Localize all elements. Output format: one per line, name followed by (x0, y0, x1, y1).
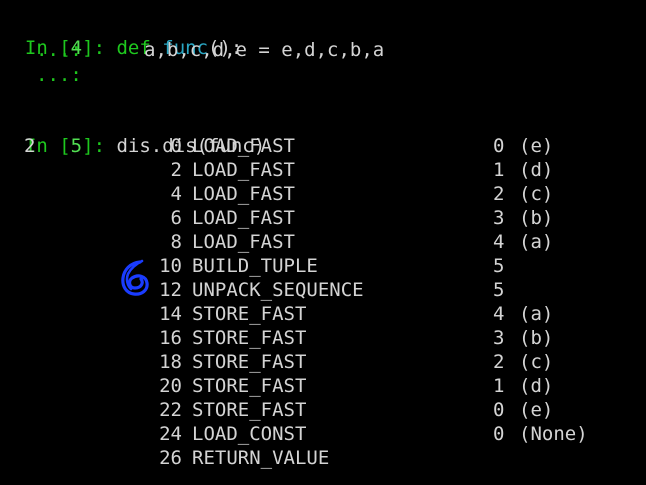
hand-drawn-circle-icon (121, 259, 149, 296)
opcode-argument: 2 (493, 183, 505, 205)
code-body: a,b,c,d,e = e,d,c,b,a (144, 39, 385, 61)
opcode-argument: 3 (493, 327, 505, 349)
opcode-argument: 0 (493, 399, 505, 421)
opcode-argument: 5 (493, 279, 505, 301)
opcode-argument: 1 (493, 159, 505, 181)
argument-detail: (c) (519, 183, 554, 205)
source-line-number: 2 (24, 135, 36, 157)
argument-detail: (b) (519, 207, 554, 229)
opcode-argument: 0 (493, 135, 505, 157)
prompt-bracket-close: ]: (82, 37, 106, 59)
opcode-name: LOAD_FAST (192, 135, 295, 157)
bytecode-offset: 4 (170, 183, 182, 205)
prompt-number: 5 (70, 135, 83, 157)
opcode-name: LOAD_CONST (192, 423, 307, 445)
bytecode-offset: 18 (159, 351, 182, 373)
opcode-name: RETURN_VALUE (192, 447, 330, 469)
bytecode-offset: 14 (159, 303, 182, 325)
opcode-name: STORE_FAST (192, 303, 307, 325)
opcode-name: LOAD_FAST (192, 231, 295, 253)
bytecode-offset: 24 (159, 423, 182, 445)
opcode-argument: 1 (493, 375, 505, 397)
opcode-name: LOAD_FAST (192, 207, 295, 229)
opcode-argument: 2 (493, 351, 505, 373)
opcode-name: STORE_FAST (192, 399, 307, 421)
bytecode-offset: 26 (159, 447, 182, 469)
argument-detail: (a) (519, 231, 554, 253)
opcode-argument: 4 (493, 231, 505, 253)
bytecode-offset: 2 (170, 159, 182, 181)
bytecode-offset: 16 (159, 327, 182, 349)
opcode-name: STORE_FAST (192, 375, 307, 397)
bytecode-offset: 8 (170, 231, 182, 253)
continuation-prompt: ...: (36, 64, 82, 86)
argument-detail: (e) (519, 399, 554, 421)
opcode-name: STORE_FAST (192, 327, 307, 349)
bytecode-offset: 22 (159, 399, 182, 421)
argument-detail: (b) (519, 327, 554, 349)
cell-4-line-1: In [4]: def func(): (2, 12, 242, 59)
bytecode-offset: 12 (159, 279, 182, 301)
opcode-argument: 4 (493, 303, 505, 325)
bytecode-offset: 20 (159, 375, 182, 397)
continuation-prompt: ...: (36, 39, 82, 61)
prompt-bracket-close: ]: (82, 135, 106, 157)
cell-5-line-1: In [5]: dis.dis(func) (2, 110, 265, 157)
argument-detail: (c) (519, 351, 554, 373)
argument-detail: (d) (519, 375, 554, 397)
disassembly-line-number: 2 (0, 134, 46, 158)
bytecode-offset: 10 (159, 255, 182, 277)
argument-detail: (d) (519, 159, 554, 181)
opcode-argument: 3 (493, 207, 505, 229)
terminal-window: { "theme": { "background": "#000000", "t… (0, 0, 646, 485)
bytecode-offset: 0 (170, 135, 182, 157)
bytecode-offset: 6 (170, 207, 182, 229)
argument-detail: (None) (519, 423, 588, 445)
argument-detail: (a) (519, 303, 554, 325)
opcode-name: LOAD_FAST (192, 183, 295, 205)
opcode-name: STORE_FAST (192, 351, 307, 373)
cell-4-line-3: ...: (2, 63, 82, 87)
opcode-name: BUILD_TUPLE (192, 255, 318, 277)
argument-detail: (e) (519, 135, 554, 157)
opcode-name: LOAD_FAST (192, 159, 295, 181)
opcode-argument: 0 (493, 423, 505, 445)
prompt-bracket-open: [ (47, 135, 71, 157)
opcode-argument: 5 (493, 255, 505, 277)
opcode-name: UNPACK_SEQUENCE (192, 279, 364, 301)
cell-4-line-2: ...: a,b,c,d,e = e,d,c,b,a (2, 38, 384, 62)
